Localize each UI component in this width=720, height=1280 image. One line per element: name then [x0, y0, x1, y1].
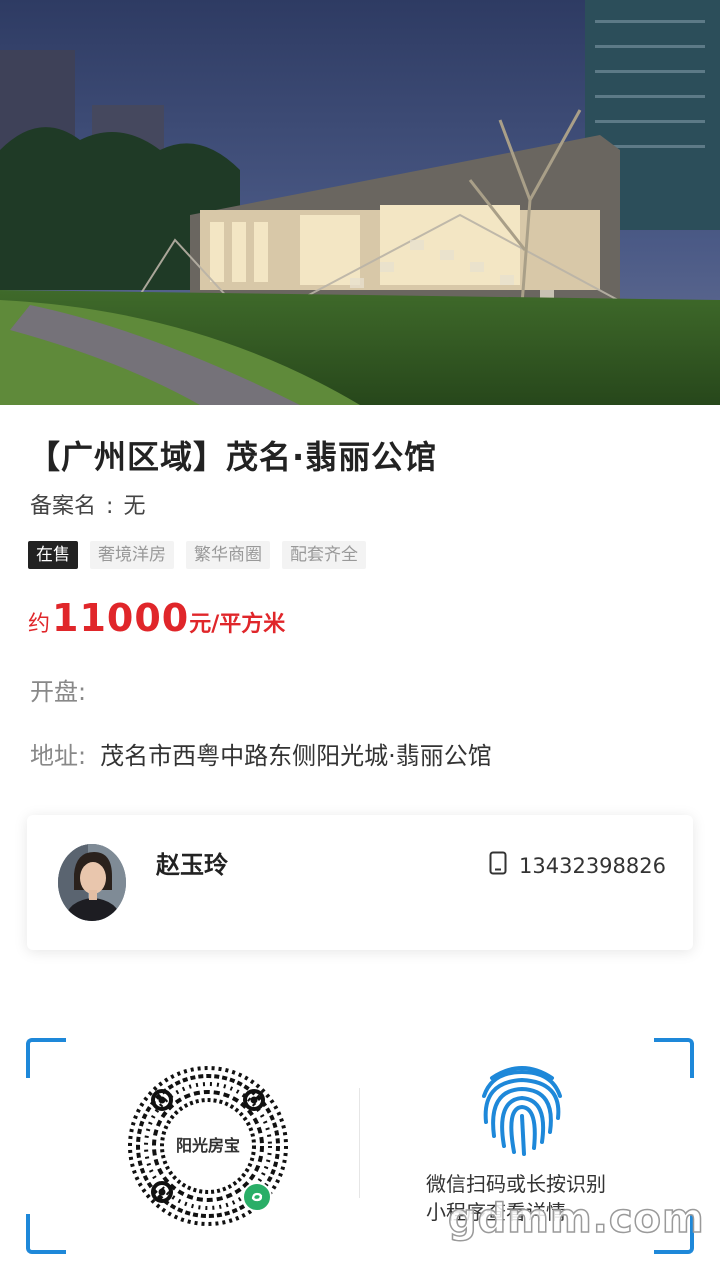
tag-item: 繁华商圈 — [186, 541, 270, 569]
agent-phone[interactable]: 13432398826 — [489, 851, 666, 880]
tag-item: 配套齐全 — [282, 541, 366, 569]
address-value: 茂名市西粤中路东侧阳光城·翡丽公馆 — [100, 742, 492, 770]
watermark: gdmm.com — [447, 1195, 705, 1243]
address-label: 地址: — [30, 742, 87, 770]
wechat-mini-program-icon — [242, 1182, 272, 1212]
mini-program-qr-code[interactable]: 阳光房宝 — [124, 1062, 292, 1230]
tag-status: 在售 — [28, 541, 78, 569]
opening-label: 开盘: — [30, 678, 87, 706]
agent-name: 赵玉玲 — [156, 851, 228, 879]
price-value: 11000 — [52, 596, 190, 640]
hero-image — [0, 0, 720, 405]
qr-center-label: 阳光房宝 — [166, 1130, 250, 1162]
fingerprint-icon[interactable] — [472, 1062, 572, 1161]
agent-phone-number: 13432398826 — [519, 853, 666, 878]
record-separator: : — [106, 494, 114, 519]
tag-list: 在售 奢境洋房 繁华商圈 配套齐全 — [28, 541, 366, 569]
agent-avatar — [58, 844, 126, 921]
agent-card[interactable]: 赵玉玲 13432398826 — [27, 815, 693, 950]
tag-item: 奢境洋房 — [90, 541, 174, 569]
price-unit: 元/平方米 — [189, 612, 286, 637]
price: 约 11000 元/平方米 — [28, 596, 285, 640]
address-row: 地址: 茂名市西粤中路东侧阳光城·翡丽公馆 — [30, 736, 492, 771]
opening-date-row: 开盘: — [30, 672, 100, 707]
scan-corner — [26, 1038, 66, 1078]
scan-corner — [654, 1038, 694, 1078]
phone-icon — [489, 851, 507, 880]
divider — [359, 1088, 360, 1198]
record-value: 无 — [123, 494, 146, 519]
property-title: 【广州区域】茂名·翡丽公馆 — [28, 438, 438, 476]
scan-corner — [26, 1214, 66, 1254]
scan-hint-line1: 微信扫码或长按识别 — [426, 1172, 606, 1196]
record-name: 备案名: 无 — [30, 488, 145, 520]
record-label: 备案名 — [30, 494, 97, 519]
price-prefix: 约 — [28, 612, 51, 637]
